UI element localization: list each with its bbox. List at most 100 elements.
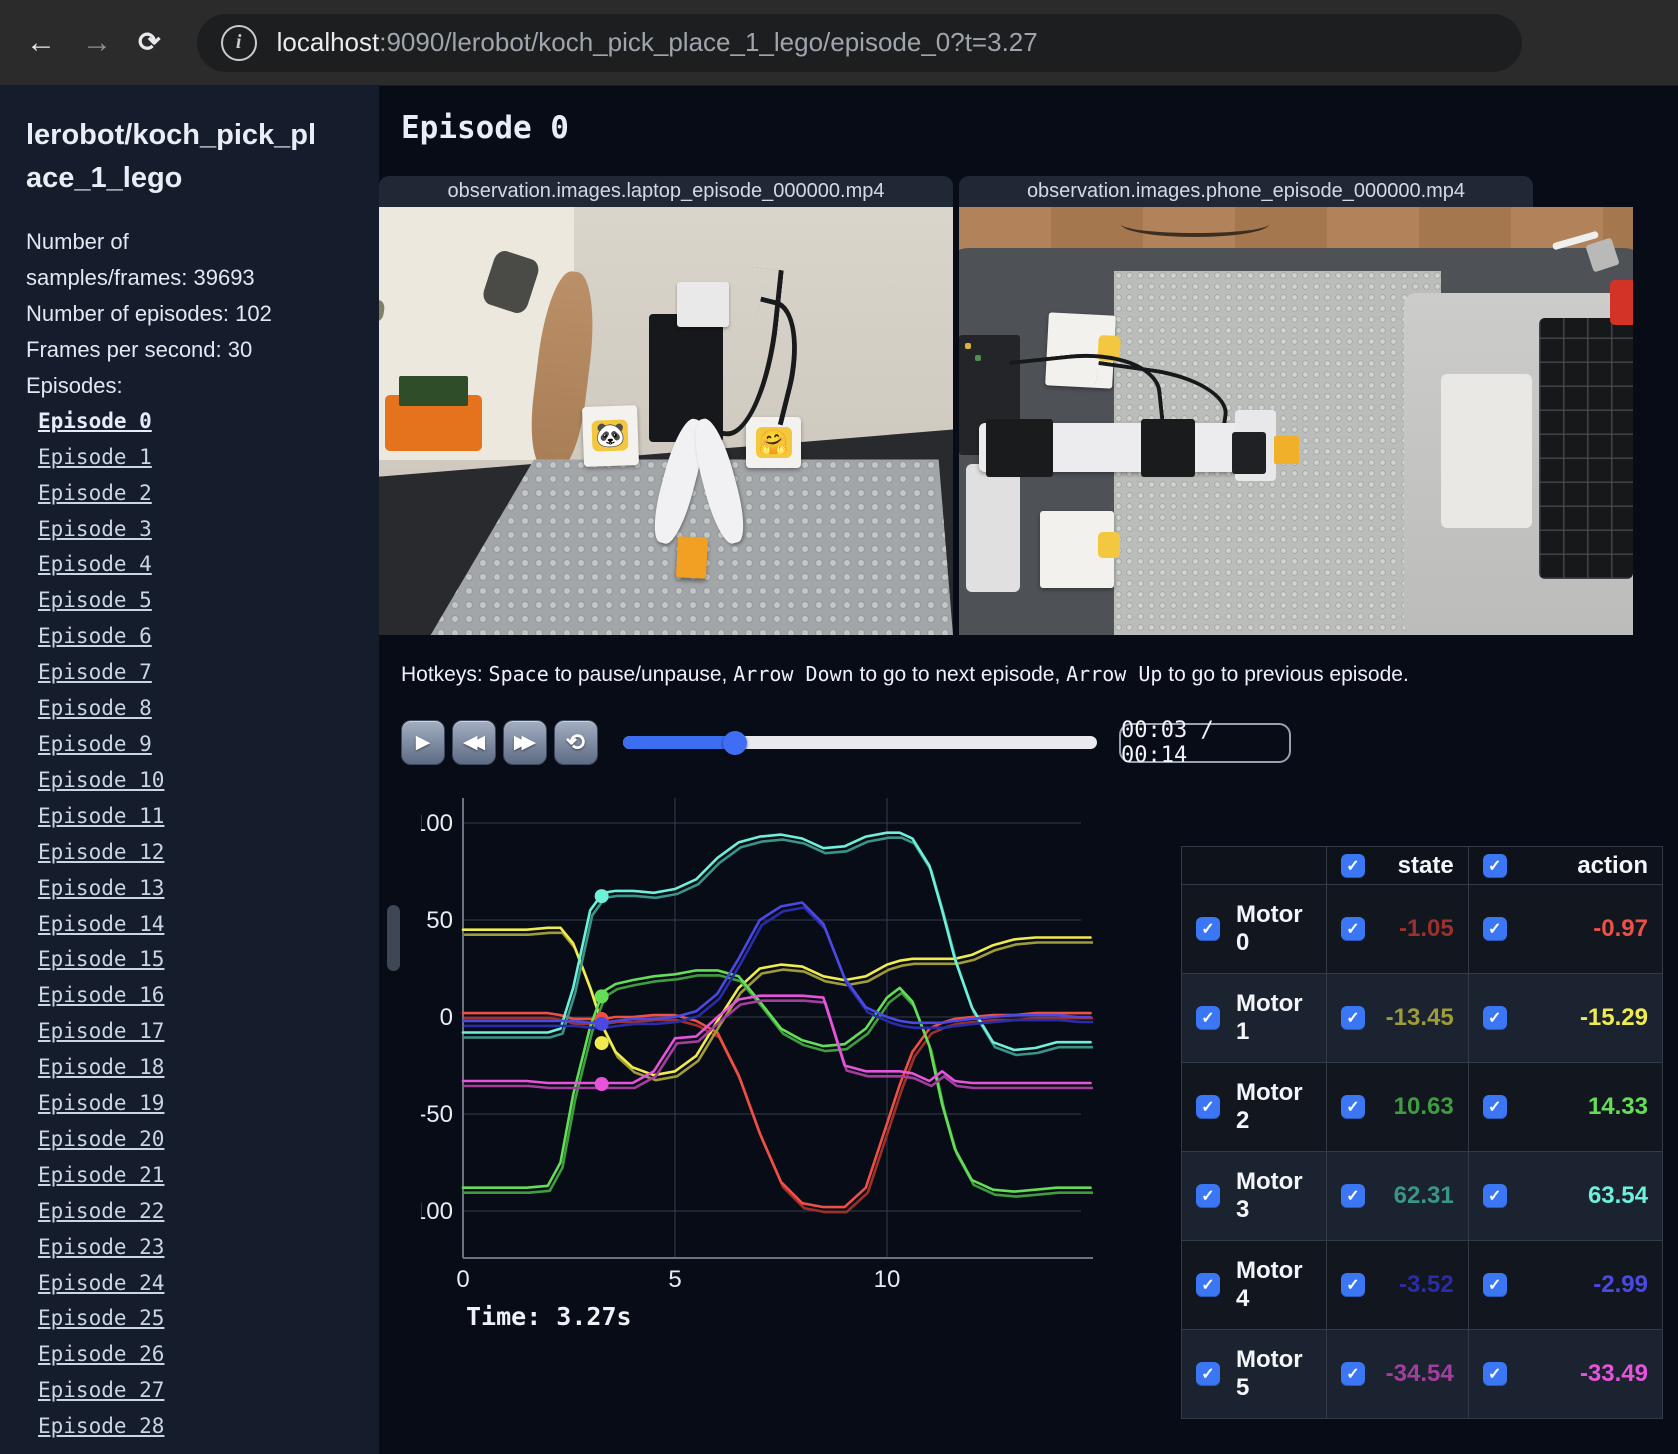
time-display: 00:03 / 00:14: [1119, 718, 1291, 768]
motor-4-action-checkbox[interactable]: ✓: [1482, 1273, 1507, 1297]
scrollbar-thumb[interactable]: [387, 905, 400, 971]
reload-icon[interactable]: ⟳: [138, 29, 161, 56]
sidebar-item-episode-2[interactable]: Episode 2: [38, 481, 152, 505]
motor-2-action-checkbox[interactable]: ✓: [1482, 1095, 1507, 1119]
sidebar-item-episode-25[interactable]: Episode 25: [38, 1306, 164, 1330]
motor-3-action-checkbox[interactable]: ✓: [1482, 1184, 1507, 1208]
sidebar-item-episode-26[interactable]: Episode 26: [38, 1342, 164, 1366]
svg-text:0: 0: [440, 1004, 453, 1031]
video-phone[interactable]: [959, 207, 1633, 635]
motor-0-state-checkbox[interactable]: ✓: [1340, 917, 1365, 941]
seek-thumb[interactable]: [722, 730, 747, 755]
action-column-checkbox[interactable]: ✓: [1482, 853, 1507, 878]
svg-text:-100: -100: [421, 1198, 453, 1225]
motor-5-action-checkbox[interactable]: ✓: [1482, 1362, 1507, 1386]
rewind-button[interactable]: ◀◀: [452, 720, 496, 765]
loop-button[interactable]: ⟳: [554, 720, 598, 765]
sidebar-item-episode-16[interactable]: Episode 16: [38, 983, 164, 1007]
motor-4-checkbox[interactable]: ✓: [1196, 1273, 1220, 1297]
motor-1-action-value: -15.29: [1579, 1004, 1648, 1031]
player-controls: ▶ ◀◀ ▶▶ ⟳ 00:03 / 00:14: [401, 718, 1291, 768]
motor-3-state-checkbox[interactable]: ✓: [1340, 1184, 1365, 1208]
motor-2-state-value: 10.63: [1393, 1093, 1454, 1120]
dataset-stats: Number of samples/frames: 39693 Number of …: [26, 224, 379, 404]
video-panel-phone: observation.images.phone_episode_000000.…: [959, 176, 1633, 635]
motor-5-state-value: -34.54: [1385, 1360, 1454, 1387]
info-icon[interactable]: i: [220, 24, 257, 61]
motor-4-action-value: -2.99: [1593, 1271, 1648, 1298]
motor-2-state-checkbox[interactable]: ✓: [1340, 1095, 1365, 1119]
hotkeys-help: Hotkeys: Space to pause/unpause, Arrow D…: [401, 662, 1409, 686]
sidebar-item-episode-17[interactable]: Episode 17: [38, 1019, 164, 1043]
url-bar[interactable]: i localhost:9090/lerobot/koch_pick_place…: [196, 13, 1522, 72]
sidebar-item-episode-18[interactable]: Episode 18: [38, 1055, 164, 1079]
sidebar-item-episode-0[interactable]: Episode 0: [38, 409, 152, 433]
sidebar-item-episode-22[interactable]: Episode 22: [38, 1199, 164, 1223]
chart-time-label: Time: 3.27s: [466, 1302, 632, 1331]
seek-slider[interactable]: [623, 730, 1097, 755]
sidebar-item-episode-23[interactable]: Episode 23: [38, 1235, 164, 1259]
url-text: localhost:9090/lerobot/koch_pick_place_1…: [277, 27, 1038, 58]
scene-keyboard: [1538, 318, 1633, 580]
sidebar-item-episode-21[interactable]: Episode 21: [38, 1163, 164, 1187]
forward-icon[interactable]: →: [82, 27, 112, 58]
chart-canvas[interactable]: 100 50 0 -50 -100 0 5 10: [405, 790, 1094, 1293]
sidebar-item-episode-11[interactable]: Episode 11: [38, 804, 164, 828]
sidebar-item-episode-4[interactable]: Episode 4: [38, 552, 152, 576]
hotkey-arrow-up: Arrow Up: [1066, 662, 1163, 686]
episode-list: Episode 0 Episode 1 Episode 2 Episode 3 Epis…: [26, 405, 379, 1446]
state-column-checkbox[interactable]: ✓: [1340, 853, 1365, 878]
scene-robot-motor: [1231, 431, 1266, 475]
sidebar-item-episode-10[interactable]: Episode 10: [38, 768, 164, 792]
sidebar-item-episode-27[interactable]: Episode 27: [38, 1378, 164, 1402]
fast-forward-button[interactable]: ▶▶: [503, 720, 547, 765]
scene-robot-camera: [677, 281, 730, 327]
motor-1-state-checkbox[interactable]: ✓: [1340, 1006, 1365, 1030]
scene-cable: [1120, 211, 1270, 237]
table-row-motor-2: ✓ Motor 2 ✓ 10.63 ✓ 14.33: [1181, 1062, 1664, 1152]
action-header-cell: ✓ action: [1467, 846, 1664, 885]
sidebar-item-episode-13[interactable]: Episode 13: [38, 876, 164, 900]
motor-0-checkbox[interactable]: ✓: [1196, 917, 1220, 941]
sidebar-item-episode-9[interactable]: Episode 9: [38, 732, 152, 756]
video-laptop[interactable]: 🐼 🤗: [379, 207, 953, 635]
scene-robot-joint: [985, 418, 1054, 477]
scene-orange-brick: [676, 535, 709, 578]
motor-5-action-value: -33.49: [1579, 1360, 1648, 1387]
seek-fill: [623, 736, 735, 749]
table-row-motor-1: ✓ Motor 1 ✓ -13.45 ✓ -15.29: [1181, 973, 1664, 1063]
motor-1-label: Motor 1: [1236, 990, 1303, 1045]
sidebar-item-episode-3[interactable]: Episode 3: [38, 517, 152, 541]
sidebar-item-episode-28[interactable]: Episode 28: [38, 1414, 164, 1438]
back-icon[interactable]: ←: [26, 27, 56, 58]
motor-2-checkbox[interactable]: ✓: [1196, 1095, 1220, 1119]
sidebar-item-episode-8[interactable]: Episode 8: [38, 696, 152, 720]
sidebar-item-episode-12[interactable]: Episode 12: [38, 840, 164, 864]
sidebar-item-episode-6[interactable]: Episode 6: [38, 624, 152, 648]
scene-circuit-board: [399, 376, 468, 406]
motor-3-checkbox[interactable]: ✓: [1196, 1184, 1220, 1208]
motor-3-state-value: 62.31: [1393, 1182, 1454, 1209]
motor-4-state-checkbox[interactable]: ✓: [1340, 1273, 1365, 1297]
sidebar-item-episode-15[interactable]: Episode 15: [38, 947, 164, 971]
sidebar-item-episode-24[interactable]: Episode 24: [38, 1271, 164, 1295]
video-row: observation.images.laptop_episode_000000…: [379, 176, 1633, 635]
motor-1-action-checkbox[interactable]: ✓: [1482, 1006, 1507, 1030]
motor-5-checkbox[interactable]: ✓: [1196, 1362, 1220, 1386]
scene-robot-base: [965, 463, 1020, 593]
sidebar-item-episode-5[interactable]: Episode 5: [38, 588, 152, 612]
motor-5-label: Motor 5: [1236, 1346, 1303, 1401]
motor-0-state-value: -1.05: [1398, 915, 1454, 942]
play-button[interactable]: ▶: [401, 720, 445, 765]
sidebar-item-episode-19[interactable]: Episode 19: [38, 1091, 164, 1115]
sidebar-item-episode-20[interactable]: Episode 20: [38, 1127, 164, 1151]
sidebar-item-episode-7[interactable]: Episode 7: [38, 660, 152, 684]
sidebar-item-episode-14[interactable]: Episode 14: [38, 912, 164, 936]
state-header-cell: ✓ state: [1325, 846, 1469, 885]
motor-5-state-checkbox[interactable]: ✓: [1340, 1362, 1365, 1386]
motor-0-action-checkbox[interactable]: ✓: [1482, 917, 1507, 941]
hotkey-arrow-down: Arrow Down: [733, 662, 854, 686]
motor-1-state-value: -13.45: [1385, 1004, 1454, 1031]
sidebar-item-episode-1[interactable]: Episode 1: [38, 445, 152, 469]
motor-1-checkbox[interactable]: ✓: [1196, 1006, 1220, 1030]
